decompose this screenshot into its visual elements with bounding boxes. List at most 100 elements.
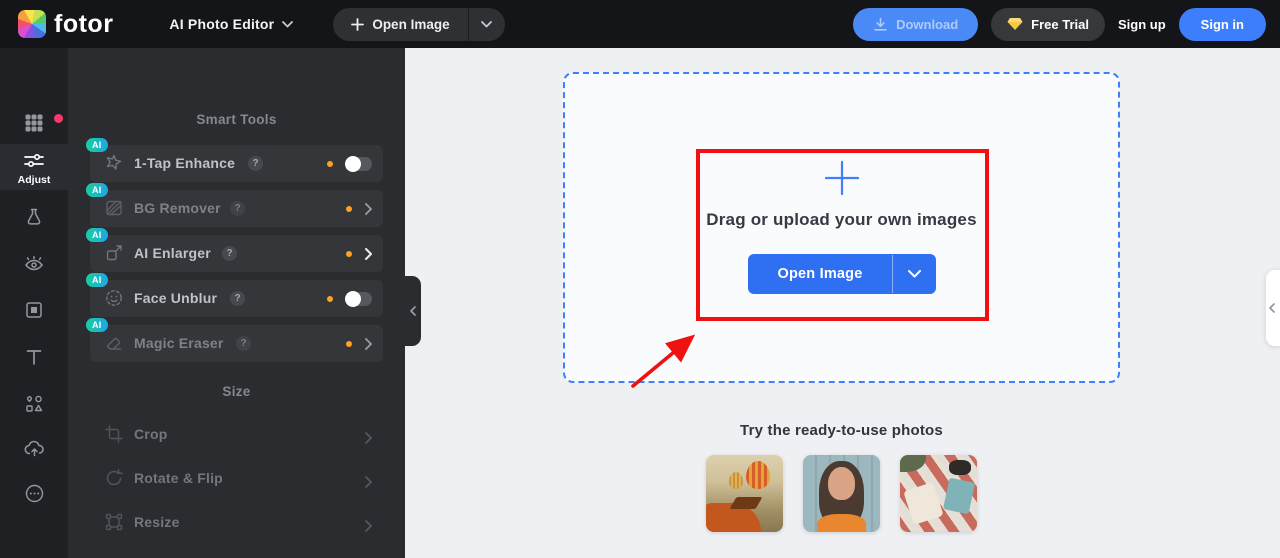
beauty-eye-icon (25, 255, 43, 271)
sidebar-item-elements[interactable] (0, 392, 68, 416)
tool-label: Crop (134, 426, 168, 442)
right-panel-handle[interactable] (1266, 270, 1280, 346)
sidebar-item-frames[interactable] (0, 298, 68, 322)
chevron-right-icon (365, 519, 372, 532)
resize-icon (105, 513, 123, 531)
tool-label: 1-Tap Enhance (134, 155, 236, 171)
ai-badge: AI (86, 318, 108, 332)
free-trial-label: Free Trial (1031, 16, 1089, 32)
size-heading: Size (222, 384, 251, 399)
rotate-icon (106, 469, 123, 486)
top-bar: fotor AI Photo Editor Open Image Downloa… (0, 0, 1280, 48)
chevron-right-icon (365, 337, 372, 350)
fotor-logo-text: fotor (54, 9, 114, 38)
enhance-sparkle-icon (106, 154, 122, 170)
tool-panel: Smart Tools AI 1-Tap Enhance AI BG Remov… (68, 48, 405, 558)
chevron-down-icon (481, 20, 492, 27)
chevron-down-icon (282, 20, 294, 27)
help-icon[interactable] (230, 291, 245, 306)
clothing-shape (816, 513, 867, 532)
sign-up-link[interactable]: Sign up (1118, 17, 1166, 32)
open-image-button-top[interactable]: Open Image (333, 8, 467, 41)
help-icon[interactable] (236, 336, 251, 351)
tool-label: BG Remover (134, 200, 221, 216)
tool-row-1-tap-enhance[interactable]: AI 1-Tap Enhance (86, 138, 383, 182)
face-unblur-icon (106, 290, 122, 306)
cloud-upload-icon (24, 440, 44, 456)
sidebar-item-more[interactable] (0, 481, 68, 505)
face-unblur-toggle[interactable] (345, 290, 372, 307)
panel-collapse-handle[interactable] (405, 276, 421, 346)
sidebar-item-upload[interactable] (0, 436, 68, 460)
adjust-sliders-icon (24, 153, 44, 168)
editor-canvas: Drag or upload your own images Open Imag… (405, 48, 1280, 558)
chevron-down-icon (908, 270, 921, 278)
tool-label: Rotate & Flip (134, 470, 223, 486)
book-shape (943, 477, 976, 515)
sidebar-item-beauty[interactable] (0, 252, 68, 276)
download-button[interactable]: Download (853, 7, 979, 41)
tool-label: AI Enlarger (134, 245, 211, 261)
topbar-right-group: Download Free Trial Sign up Sign in (853, 7, 1266, 41)
tool-row-rotate-flip[interactable]: Rotate & Flip (90, 463, 383, 495)
fotor-logo[interactable]: fotor (18, 10, 113, 39)
chevron-right-icon (365, 475, 372, 488)
editor-menu-label: AI Photo Editor (169, 16, 275, 32)
sign-in-label: Sign in (1200, 16, 1244, 32)
ai-badge: AI (86, 138, 108, 152)
frame-icon (26, 302, 42, 318)
upload-plus-icon (824, 160, 860, 196)
sidebar-item-adjust[interactable]: Adjust (0, 144, 68, 190)
balloon-shape (746, 461, 771, 490)
download-label: Download (896, 16, 959, 32)
car-shape (706, 502, 762, 532)
more-icon (25, 484, 43, 502)
sample-photos-row (563, 455, 1120, 532)
ai-badge: AI (86, 183, 108, 197)
app-window: fotor AI Photo Editor Open Image Downloa… (0, 0, 1280, 558)
fotor-logo-icon (18, 10, 46, 38)
open-image-dropdown-canvas[interactable] (893, 254, 936, 294)
dropzone-text: Drag or upload your own images (706, 210, 977, 229)
chevron-left-icon (1269, 303, 1275, 313)
help-icon[interactable] (222, 246, 237, 261)
orange-dot (327, 295, 333, 302)
sidebar-item-effects[interactable] (0, 205, 68, 229)
bg-remover-icon (106, 200, 122, 216)
open-image-dropdown[interactable] (469, 8, 505, 41)
grass-corner-shape (900, 455, 927, 472)
tool-row-crop[interactable]: Crop (90, 419, 383, 451)
tool-row-face-unblur[interactable]: AI Face Unblur (86, 273, 383, 317)
templates-grid-icon (25, 114, 43, 132)
orange-dot (327, 160, 333, 167)
tool-row-magic-eraser[interactable]: AI Magic Eraser (86, 318, 383, 362)
tool-row-ai-enlarger[interactable]: AI AI Enlarger (86, 228, 383, 272)
sample-photo-portrait[interactable] (803, 455, 880, 532)
open-image-label: Open Image (372, 16, 450, 32)
download-icon (874, 17, 887, 31)
tool-row-bg-remover[interactable]: AI BG Remover (86, 183, 383, 227)
samples-title: Try the ready-to-use photos (740, 422, 943, 439)
enhance-toggle[interactable] (345, 155, 372, 172)
crop-icon (105, 425, 123, 443)
help-icon[interactable] (248, 156, 263, 171)
camera-shape (949, 459, 971, 475)
sample-photo-picnic[interactable] (900, 455, 977, 532)
effects-flask-icon (27, 208, 41, 225)
sidebar-item-text[interactable] (0, 345, 68, 369)
sample-photo-balloons[interactable] (706, 455, 783, 532)
open-image-button-canvas[interactable]: Open Image (748, 254, 892, 294)
orange-dot (346, 250, 352, 257)
tool-label: Magic Eraser (134, 335, 224, 351)
sign-in-button[interactable]: Sign in (1178, 7, 1266, 41)
help-icon[interactable] (230, 201, 245, 216)
free-trial-button[interactable]: Free Trial (991, 7, 1105, 41)
editor-menu[interactable]: AI Photo Editor (169, 16, 294, 32)
tool-row-resize[interactable]: Resize (90, 507, 383, 539)
elements-shapes-icon (26, 395, 43, 412)
open-image-split-button-canvas: Open Image (748, 254, 936, 294)
sidebar-item-adjust-label: Adjust (17, 174, 51, 186)
open-image-split-button: Open Image (333, 7, 505, 41)
sidebar-item-templates[interactable] (0, 108, 68, 138)
magic-eraser-icon (107, 337, 122, 350)
